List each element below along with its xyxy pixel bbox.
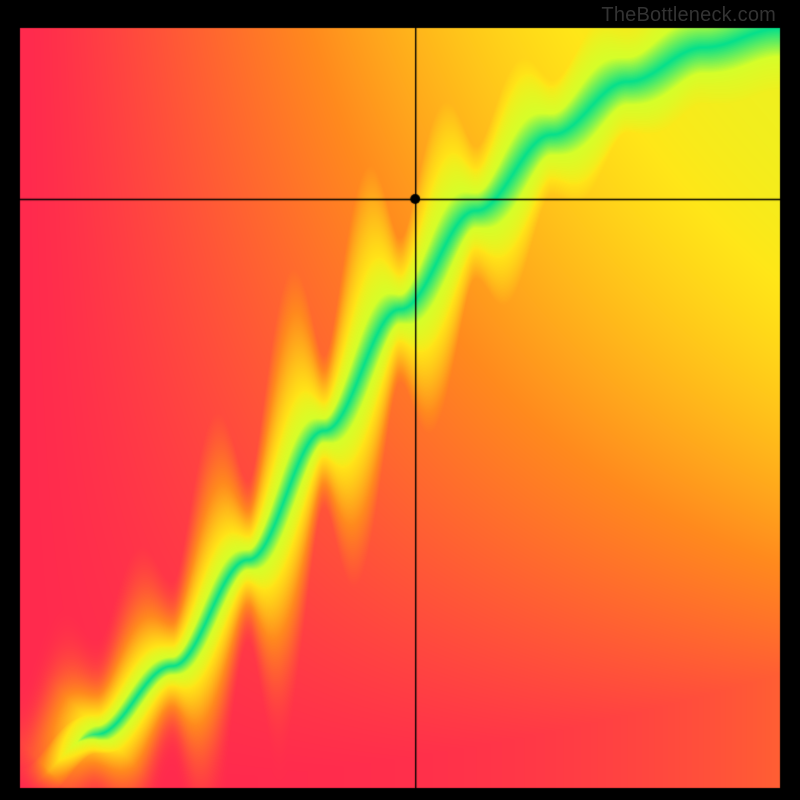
bottleneck-heatmap bbox=[0, 0, 800, 800]
watermark-text: TheBottleneck.com bbox=[601, 4, 776, 27]
chart-container: TheBottleneck.com bbox=[0, 0, 800, 800]
